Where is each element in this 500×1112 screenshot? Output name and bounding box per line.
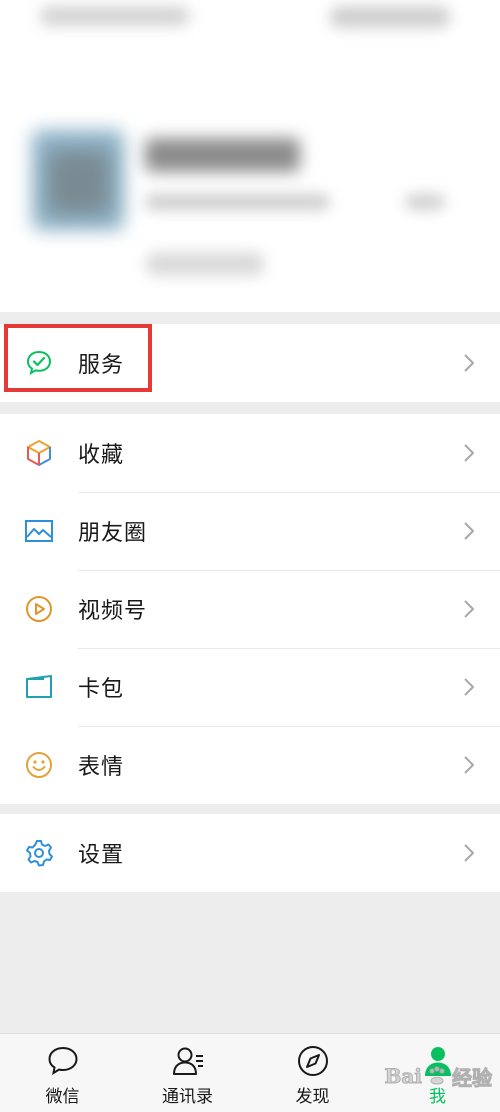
tab-chats[interactable]: 微信 xyxy=(0,1034,125,1112)
service-icon xyxy=(24,348,54,378)
menu-item-label: 收藏 xyxy=(78,443,125,468)
tab-label: 通讯录 xyxy=(162,1087,213,1107)
chevron-right-icon xyxy=(464,444,475,462)
menu-item-label: 服务 xyxy=(78,353,125,378)
play-icon xyxy=(24,594,54,624)
smiley-icon xyxy=(24,750,54,780)
menu-item-label: 朋友圈 xyxy=(78,521,148,546)
contacts-icon xyxy=(172,1047,203,1075)
menu-item-channels[interactable]: 视频号 xyxy=(0,570,500,648)
menu-item-label: 表情 xyxy=(78,755,125,780)
blurred-status-button[interactable] xyxy=(145,252,265,276)
blurred-status-bar-left xyxy=(40,6,190,26)
chat-icon xyxy=(47,1046,78,1076)
chevron-right-icon xyxy=(464,756,475,774)
chevron-right-icon xyxy=(464,522,475,540)
image-icon xyxy=(24,516,54,546)
tab-label: 微信 xyxy=(45,1087,80,1107)
cube-icon xyxy=(24,438,54,468)
watermark-text: Bai xyxy=(384,1064,422,1089)
tab-label: 发现 xyxy=(295,1087,330,1107)
watermark: Bai 经验 xyxy=(384,1062,493,1091)
menu-item-moments[interactable]: 朋友圈 xyxy=(0,492,500,570)
blurred-status-bar-right xyxy=(330,6,450,28)
menu-item-settings[interactable]: 设置 xyxy=(0,814,500,892)
menu-group-settings: 设置 xyxy=(0,814,500,892)
menu-item-service[interactable]: 服务 xyxy=(0,324,500,402)
tab-contacts[interactable]: 通讯录 xyxy=(125,1034,250,1112)
menu-item-stickers[interactable]: 表情 xyxy=(0,726,500,804)
tab-discover[interactable]: 发现 xyxy=(250,1034,375,1112)
watermark-suffix: 经验 xyxy=(452,1065,493,1090)
card-icon xyxy=(24,672,54,702)
menu-item-favorites[interactable]: 收藏 xyxy=(0,414,500,492)
blurred-nickname xyxy=(145,138,300,172)
menu-group-main: 收藏 朋友圈 视频号 卡包 表情 xyxy=(0,414,500,804)
chevron-right-icon xyxy=(464,354,475,372)
chevron-right-icon xyxy=(464,678,475,696)
gear-icon xyxy=(24,838,54,868)
avatar-image xyxy=(48,150,110,214)
chevron-right-icon xyxy=(464,844,475,862)
menu-item-cards[interactable]: 卡包 xyxy=(0,648,500,726)
chevron-right-icon xyxy=(464,600,475,618)
blurred-wechat-id xyxy=(145,194,330,210)
menu-item-label: 卡包 xyxy=(78,677,125,702)
menu-item-label: 设置 xyxy=(78,843,125,868)
paw-icon xyxy=(429,1066,445,1085)
qr-code-icon[interactable] xyxy=(405,194,445,210)
profile-header[interactable] xyxy=(0,0,500,312)
menu-group-service: 服务 xyxy=(0,324,500,402)
menu-item-label: 视频号 xyxy=(78,599,148,624)
compass-icon xyxy=(297,1046,328,1076)
